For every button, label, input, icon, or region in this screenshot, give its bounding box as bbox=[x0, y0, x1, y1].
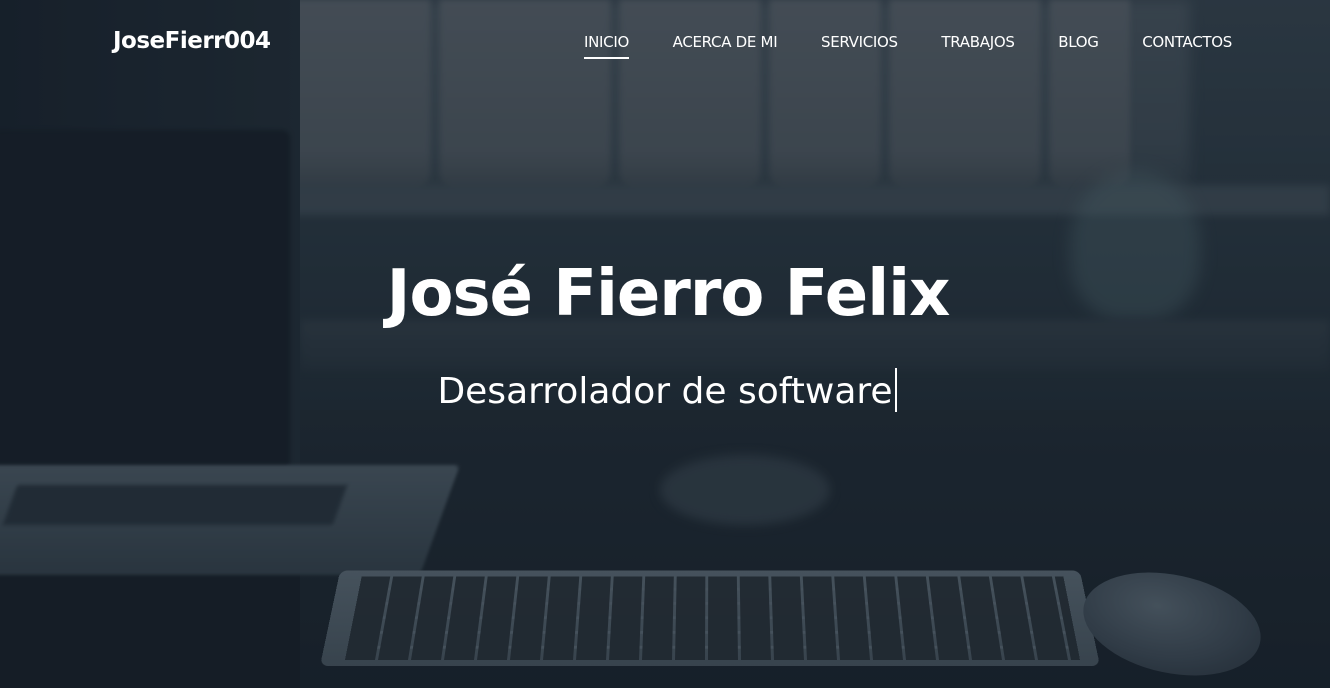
nav-item-inicio: INICIO bbox=[584, 32, 629, 59]
hero-section: JoseFierr004 INICIO ACERCA DE MI SERVICI… bbox=[0, 0, 1330, 688]
nav-item-blog: BLOG bbox=[1058, 32, 1099, 59]
hero-background-image bbox=[0, 0, 1330, 688]
nav-link-contactos[interactable]: CONTACTOS bbox=[1142, 33, 1232, 59]
brand-logo[interactable]: JoseFierr004 bbox=[113, 28, 271, 54]
hero-subtitle-text: Desarrolador de software bbox=[437, 371, 893, 412]
nav-item-servicios: SERVICIOS bbox=[821, 32, 898, 59]
hero-subtitle: Desarrolador de software bbox=[0, 368, 1330, 412]
hero-title: José Fierro Felix bbox=[386, 257, 951, 331]
nav-item-contactos: CONTACTOS bbox=[1142, 32, 1232, 59]
nav-link-servicios[interactable]: SERVICIOS bbox=[821, 33, 898, 59]
nav-item-trabajos: TRABAJOS bbox=[941, 32, 1014, 59]
nav-item-acerca-de-mi: ACERCA DE MI bbox=[673, 32, 778, 59]
typing-cursor bbox=[894, 368, 897, 412]
main-navigation: INICIO ACERCA DE MI SERVICIOS TRABAJOS B… bbox=[560, 32, 1232, 62]
nav-link-blog[interactable]: BLOG bbox=[1058, 33, 1099, 59]
nav-link-acerca-de-mi[interactable]: ACERCA DE MI bbox=[673, 33, 778, 59]
nav-link-inicio[interactable]: INICIO bbox=[584, 33, 629, 59]
nav-link-trabajos[interactable]: TRABAJOS bbox=[941, 33, 1014, 59]
